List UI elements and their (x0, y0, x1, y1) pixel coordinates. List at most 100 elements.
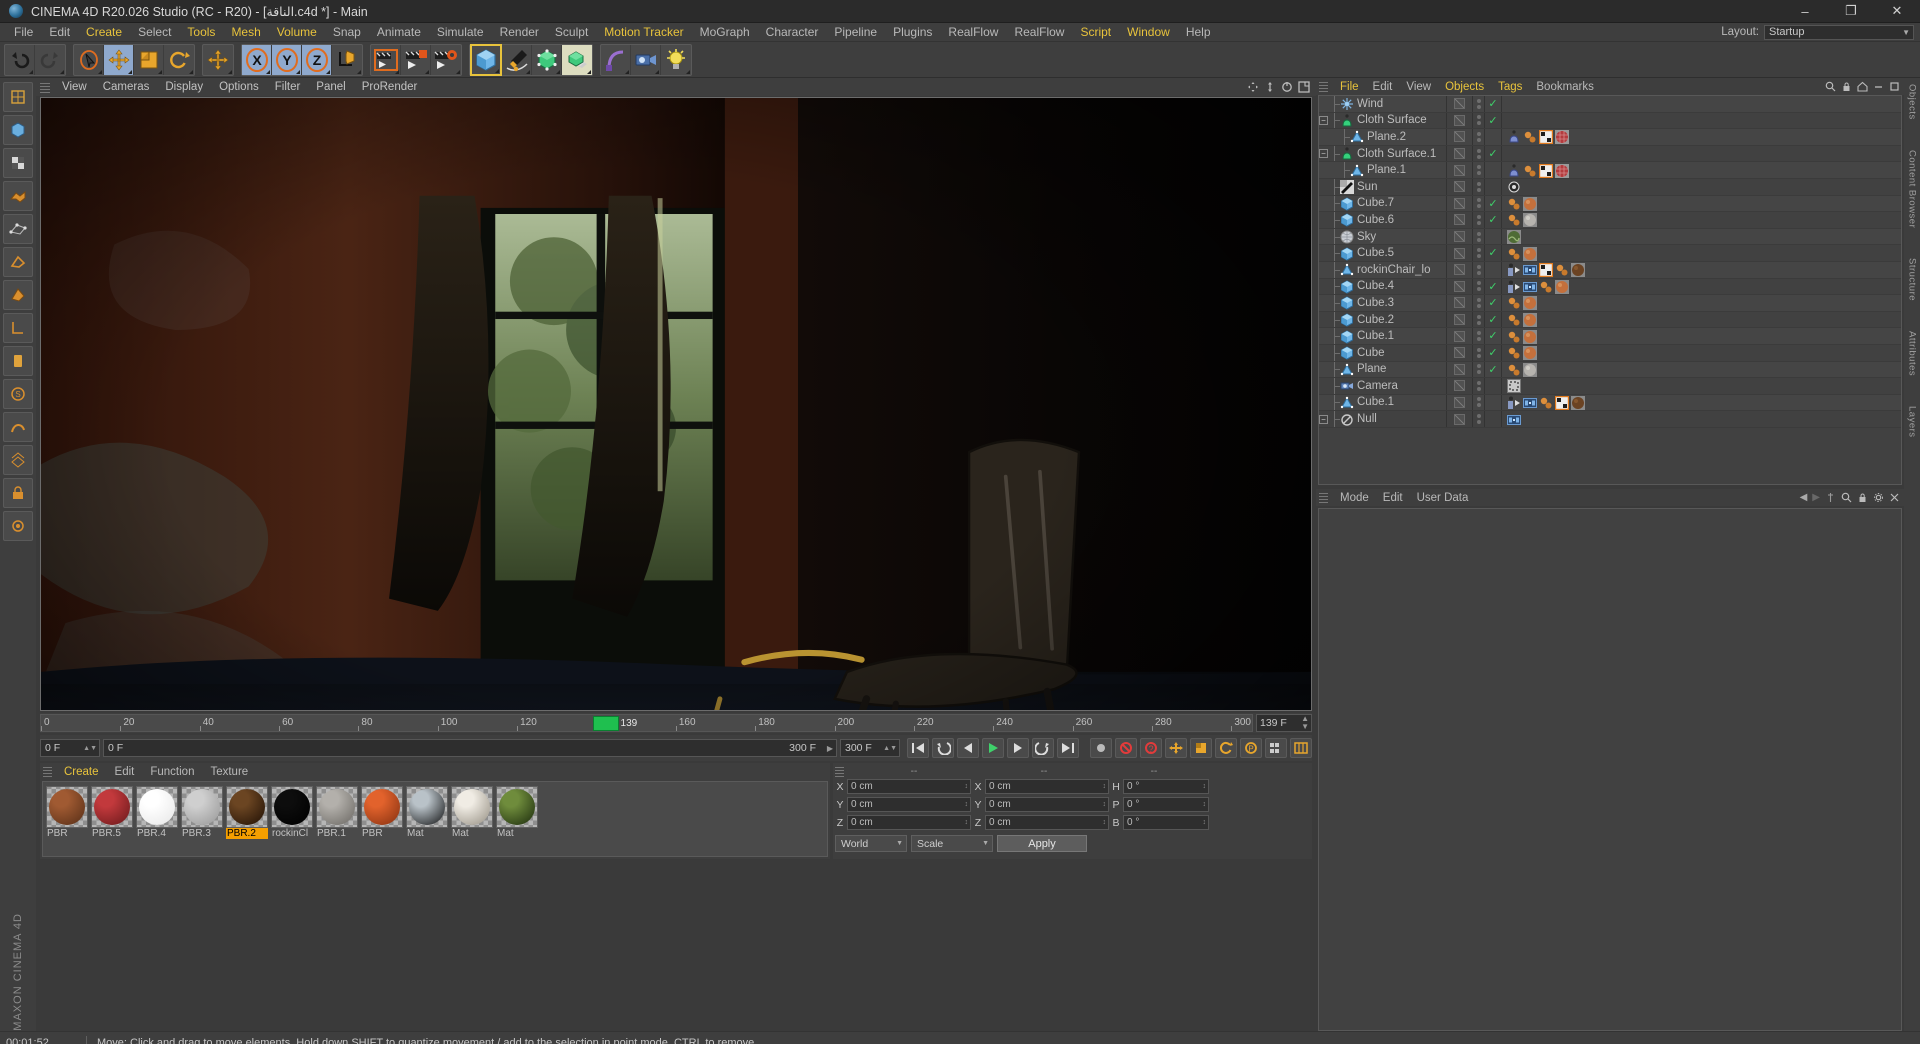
menu-item-realflow[interactable]: RealFlow (1006, 23, 1072, 42)
enable-checkmark[interactable]: ✓ (1485, 245, 1502, 261)
bend-deformer-button[interactable] (601, 44, 631, 75)
menu-item-volume[interactable]: Volume (269, 23, 325, 42)
rotation-key-button[interactable] (1215, 738, 1237, 758)
maximize-button[interactable]: ❐ (1828, 0, 1874, 23)
visibility-toggle[interactable] (1473, 361, 1485, 378)
attribute-menu-user-data[interactable]: User Data (1410, 492, 1476, 504)
layer-swatch-icon[interactable] (1454, 363, 1465, 375)
object-manager-menu-bar[interactable]: File Edit View Objects Tags Bookmarks (1316, 78, 1904, 95)
visibility-toggle[interactable] (1473, 261, 1485, 278)
material-menu-create[interactable]: Create (56, 766, 107, 778)
stepper-icon[interactable]: ▲▼ (1301, 715, 1309, 731)
edge-mode-button[interactable] (3, 247, 33, 277)
stepper-icon[interactable]: ↕ (965, 783, 969, 790)
menu-item-plugins[interactable]: Plugins (885, 23, 940, 42)
x-axis-button[interactable]: X (242, 44, 272, 75)
step-forward-button[interactable] (1007, 738, 1029, 758)
material-item[interactable]: rockinCl (271, 786, 313, 839)
menu-item-motion-tracker[interactable]: Motion Tracker (596, 23, 691, 42)
tag-phong-tag[interactable] (1507, 330, 1520, 343)
tag-checker-tag[interactable] (1554, 395, 1570, 411)
scale-tool-button[interactable] (134, 44, 164, 75)
record-keyframe-button[interactable] (1090, 738, 1112, 758)
material-item[interactable]: Mat (496, 786, 538, 839)
submenu-corner-icon[interactable] (526, 69, 530, 74)
enable-checkmark[interactable]: ✓ (1485, 96, 1502, 112)
object-row[interactable]: Cube ✓ (1319, 344, 1901, 362)
tag-material-sky[interactable] (1507, 230, 1521, 245)
viewport[interactable] (40, 97, 1312, 711)
undo-button[interactable] (5, 44, 35, 75)
object-name-cell[interactable]: Sun (1319, 178, 1447, 195)
back-icon[interactable]: ◀ (1800, 492, 1808, 503)
step-back-button[interactable] (957, 738, 979, 758)
array-button[interactable] (562, 44, 592, 75)
visibility-toggle[interactable] (1473, 129, 1485, 145)
layer-swatch-icon[interactable] (1454, 413, 1465, 425)
keyframe-selection-button[interactable]: ? (1140, 738, 1162, 758)
visibility-dots[interactable] (1447, 112, 1473, 129)
enable-checkmark[interactable] (1485, 129, 1502, 145)
nurbs-generator-button[interactable] (532, 44, 562, 75)
menu-item-render[interactable]: Render (492, 23, 547, 42)
visibility-dots[interactable] (1447, 311, 1473, 328)
object-manager-tree[interactable]: Wind ✓ − Cloth Surface ✓ Plane.2 − Cloth Surfac… (1318, 95, 1902, 485)
object-tags[interactable] (1502, 212, 1537, 228)
material-swatch[interactable] (91, 786, 133, 828)
current-time-field[interactable]: 0 F ▲▼ (40, 739, 100, 757)
object-row[interactable]: Plane.2 (1319, 129, 1901, 146)
visibility-dots[interactable] (1447, 178, 1473, 195)
object-row[interactable]: − Null (1319, 411, 1901, 428)
submenu-corner-icon[interactable] (556, 69, 560, 74)
stepper-icon[interactable]: ↕ (965, 819, 969, 826)
doc-length-field[interactable]: 300 F ▲▼ (840, 739, 900, 757)
enable-checkmark[interactable]: ✓ (1485, 112, 1502, 129)
panel-grip-icon[interactable] (1319, 81, 1328, 92)
render-picture-viewer-button[interactable] (401, 44, 431, 75)
layer-swatch-icon[interactable] (1454, 264, 1465, 276)
timeline-ruler-bar[interactable]: 0204060801001201401601802002202402602803… (40, 713, 1312, 733)
texture-axis-button[interactable] (3, 82, 33, 112)
material-menu-texture[interactable]: Texture (202, 766, 256, 778)
object-row[interactable]: Cube.6 ✓ (1319, 212, 1901, 229)
world-coord-button[interactable] (332, 45, 362, 75)
object-tags[interactable] (1502, 262, 1585, 278)
visibility-toggle[interactable] (1473, 394, 1485, 411)
layer-swatch-icon[interactable] (1454, 114, 1465, 126)
material-item[interactable]: Mat (406, 786, 448, 839)
layout-selector-group[interactable]: Layout: Startup ▼ (1721, 24, 1920, 40)
attribute-content[interactable] (1318, 508, 1902, 1031)
material-swatch[interactable] (226, 786, 268, 828)
enable-checkmark[interactable]: ✓ (1485, 361, 1502, 378)
material-menu-function[interactable]: Function (142, 766, 202, 778)
dock-tab-objects[interactable]: Objects (1907, 84, 1918, 120)
dock-tab-attributes[interactable]: Attributes (1907, 331, 1918, 376)
tag-material-orange[interactable] (1523, 196, 1537, 211)
menu-item-script[interactable]: Script (1072, 23, 1119, 42)
dock-tab-layers[interactable]: Layers (1907, 406, 1918, 438)
object-row[interactable]: Cube.1 ✓ (1319, 328, 1901, 345)
menu-bar[interactable]: File Edit Create Select Tools Mesh Volume Snap A… (0, 23, 1920, 42)
layer-swatch-icon[interactable] (1454, 380, 1465, 392)
coordinate-controls[interactable]: World ▼ Scale ▼ Apply (835, 835, 1310, 852)
enable-checkmark[interactable]: ✓ (1485, 195, 1502, 212)
object-row[interactable]: Sky (1319, 228, 1901, 246)
visibility-dots[interactable] (1447, 411, 1473, 427)
material-swatch[interactable] (181, 786, 223, 828)
close-button[interactable]: ✕ (1874, 0, 1920, 23)
object-tags[interactable] (1502, 96, 1507, 112)
tag-phong-tag[interactable] (1523, 130, 1536, 143)
chevron-right-icon[interactable]: ▶ (827, 744, 833, 753)
collapse-toggle-icon[interactable]: − (1319, 414, 1328, 424)
menu-item-sculpt[interactable]: Sculpt (547, 23, 596, 42)
menu-item-animate[interactable]: Animate (369, 23, 429, 42)
menu-item-create[interactable]: Create (78, 23, 130, 42)
axis-tool-button[interactable] (3, 313, 33, 343)
visibility-toggle[interactable] (1473, 328, 1485, 344)
tag-phong-tag[interactable] (1507, 296, 1520, 309)
tag-material-orange[interactable] (1523, 313, 1537, 328)
object-name-cell[interactable]: rockinChair_lo (1319, 261, 1447, 278)
submenu-corner-icon[interactable] (587, 69, 591, 74)
submenu-corner-icon[interactable] (266, 69, 270, 74)
material-menu-edit[interactable]: Edit (107, 766, 143, 778)
